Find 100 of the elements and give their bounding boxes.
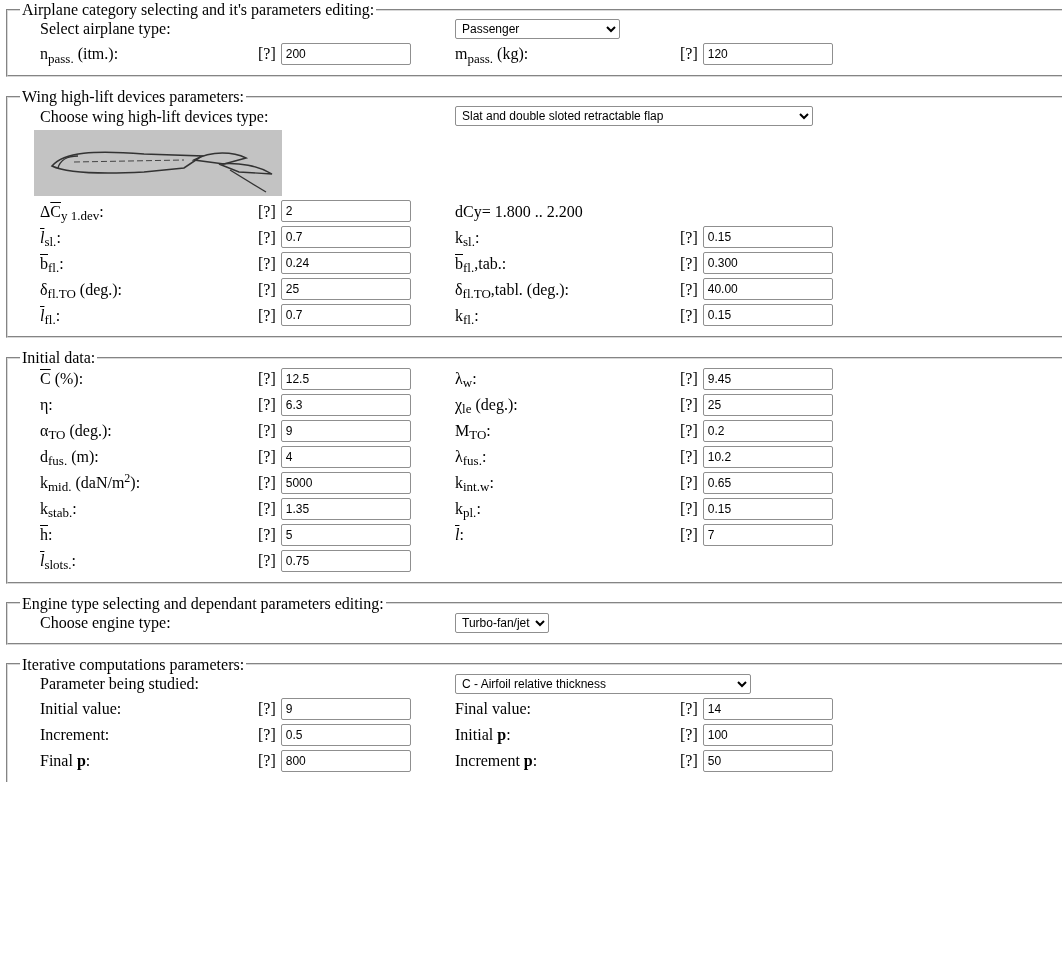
- help-link[interactable]: [?]: [258, 525, 276, 544]
- input-field[interactable]: 0.15: [702, 497, 833, 520]
- input-field[interactable]: 5000: [280, 471, 411, 494]
- input-field[interactable]: 0.15: [702, 226, 833, 249]
- help-link[interactable]: [?]: [258, 700, 276, 718]
- help-link[interactable]: [?]: [680, 395, 698, 414]
- field-label: Final p:: [40, 752, 91, 770]
- field-label: l:: [455, 525, 464, 543]
- input-field[interactable]: 5: [280, 523, 411, 546]
- field-label: C (%):: [40, 369, 84, 387]
- section-title: Wing high-lift devices parameters:: [21, 87, 245, 107]
- help-link[interactable]: [?]: [680, 280, 698, 299]
- field-label: λ$_{w}$:: [455, 369, 477, 387]
- input-field[interactable]: 12.5: [280, 367, 411, 390]
- field-label: b$_{fl.}$,tab.:: [455, 254, 507, 272]
- input-field[interactable]: 0.5: [280, 723, 411, 746]
- input-field[interactable]: 4: [280, 445, 411, 468]
- field-label: δ$_{fl.TO}$,tabl. (deg.):: [455, 280, 570, 298]
- field-label: Increment:: [40, 726, 110, 744]
- field-label: Initial p:: [455, 726, 511, 744]
- help-link[interactable]: [?]: [258, 447, 276, 466]
- help-link[interactable]: [?]: [258, 421, 276, 440]
- section-title: Iterative computations parameters:: [21, 654, 246, 674]
- field-label: Parameter being studied:: [40, 675, 200, 693]
- help-link[interactable]: [?]: [680, 421, 698, 440]
- dropdown[interactable]: Passenger: [455, 19, 620, 40]
- input-field[interactable]: 9: [280, 697, 411, 720]
- help-link[interactable]: [?]: [258, 254, 276, 273]
- field-label: η:: [40, 395, 53, 413]
- field-label: d$_{fus.}$ (m):: [40, 447, 99, 465]
- input-field[interactable]: 0.75: [280, 549, 411, 572]
- input-field[interactable]: 7: [702, 523, 833, 546]
- input-field[interactable]: 6.3: [280, 393, 411, 416]
- help-link[interactable]: [?]: [258, 499, 276, 518]
- help-link[interactable]: [?]: [680, 447, 698, 466]
- field-label: l$_{fl.}$:: [40, 306, 61, 324]
- dropdown[interactable]: Turbo-fan/jet: [455, 612, 549, 633]
- help-link[interactable]: [?]: [258, 202, 276, 221]
- help-link[interactable]: [?]: [680, 499, 698, 518]
- field-label: k$_{int.w}$:: [455, 473, 494, 491]
- field-label: h:: [40, 525, 53, 543]
- input-field[interactable]: 0.2: [702, 419, 833, 442]
- help-link[interactable]: [?]: [680, 369, 698, 388]
- field-label: k$_{stab.}$:: [40, 499, 77, 517]
- field-label: b$_{fl.}$:: [40, 254, 64, 272]
- input-field[interactable]: 10.2: [702, 445, 833, 468]
- range-text: dCy= 1.800 .. 2.200: [455, 202, 583, 220]
- help-link[interactable]: [?]: [680, 473, 698, 492]
- input-field[interactable]: 0.15: [702, 304, 833, 327]
- field-label: λ$_{fus.}$:: [455, 447, 487, 465]
- help-link[interactable]: [?]: [680, 525, 698, 544]
- input-field[interactable]: 50: [702, 749, 833, 772]
- help-link[interactable]: [?]: [258, 551, 276, 570]
- help-link[interactable]: [?]: [680, 228, 698, 247]
- input-field[interactable]: 0.300: [702, 252, 833, 275]
- section-title: Engine type selecting and dependant parameters editing:: [21, 593, 385, 613]
- dropdown[interactable]: Slat and double sloted retractable flap: [455, 106, 813, 127]
- input-field[interactable]: 9: [280, 419, 411, 442]
- input-field[interactable]: 0.24: [280, 252, 411, 275]
- field-label: α$_{TO}$ (deg.):: [40, 421, 112, 439]
- field-label: k$_{mid.}$ (daN/m$^{2}$):: [40, 473, 141, 491]
- field-label: Final value:: [455, 700, 531, 718]
- help-link[interactable]: [?]: [258, 228, 276, 247]
- input-field[interactable]: 40.00: [702, 278, 833, 301]
- section-title: Initial data:: [21, 348, 97, 368]
- help-link[interactable]: [?]: [258, 395, 276, 414]
- input-field[interactable]: 200: [280, 43, 411, 66]
- input-field[interactable]: 14: [702, 697, 833, 720]
- help-link[interactable]: [?]: [680, 700, 698, 718]
- help-link[interactable]: [?]: [258, 752, 276, 770]
- help-link[interactable]: [?]: [680, 726, 698, 744]
- input-field[interactable]: 25: [280, 278, 411, 301]
- help-link[interactable]: [?]: [680, 45, 698, 63]
- input-field[interactable]: 100: [702, 723, 833, 746]
- help-link[interactable]: [?]: [680, 306, 698, 325]
- input-field[interactable]: 1.35: [280, 497, 411, 520]
- help-link[interactable]: [?]: [680, 254, 698, 273]
- input-field[interactable]: 0.65: [702, 471, 833, 494]
- field-label: Choose wing high-lift devices type:: [40, 107, 269, 125]
- field-label: Select airplane type:: [40, 20, 171, 38]
- field-label: δ$_{fl.TO}$ (deg.):: [40, 280, 123, 298]
- help-link[interactable]: [?]: [258, 473, 276, 492]
- input-field[interactable]: 0.7: [280, 226, 411, 249]
- input-field[interactable]: 0.7: [280, 304, 411, 327]
- field-label: Increment p:: [455, 752, 538, 770]
- input-field[interactable]: 9.45: [702, 367, 833, 390]
- help-link[interactable]: [?]: [258, 45, 276, 63]
- input-field[interactable]: 120: [702, 43, 833, 66]
- section-title: Airplane category selecting and it's parameters editing:: [21, 0, 376, 20]
- help-link[interactable]: [?]: [258, 280, 276, 299]
- help-link[interactable]: [?]: [258, 726, 276, 744]
- input-field[interactable]: 2: [280, 200, 411, 223]
- input-field[interactable]: 800: [280, 749, 411, 772]
- dropdown[interactable]: C - Airfoil relative thickness: [455, 673, 751, 694]
- field-label: k$_{sl.}$:: [455, 228, 480, 246]
- help-link[interactable]: [?]: [258, 306, 276, 325]
- help-link[interactable]: [?]: [680, 752, 698, 770]
- input-field[interactable]: 25: [702, 393, 833, 416]
- help-link[interactable]: [?]: [258, 369, 276, 388]
- field-label: k$_{fl.}$:: [455, 306, 479, 324]
